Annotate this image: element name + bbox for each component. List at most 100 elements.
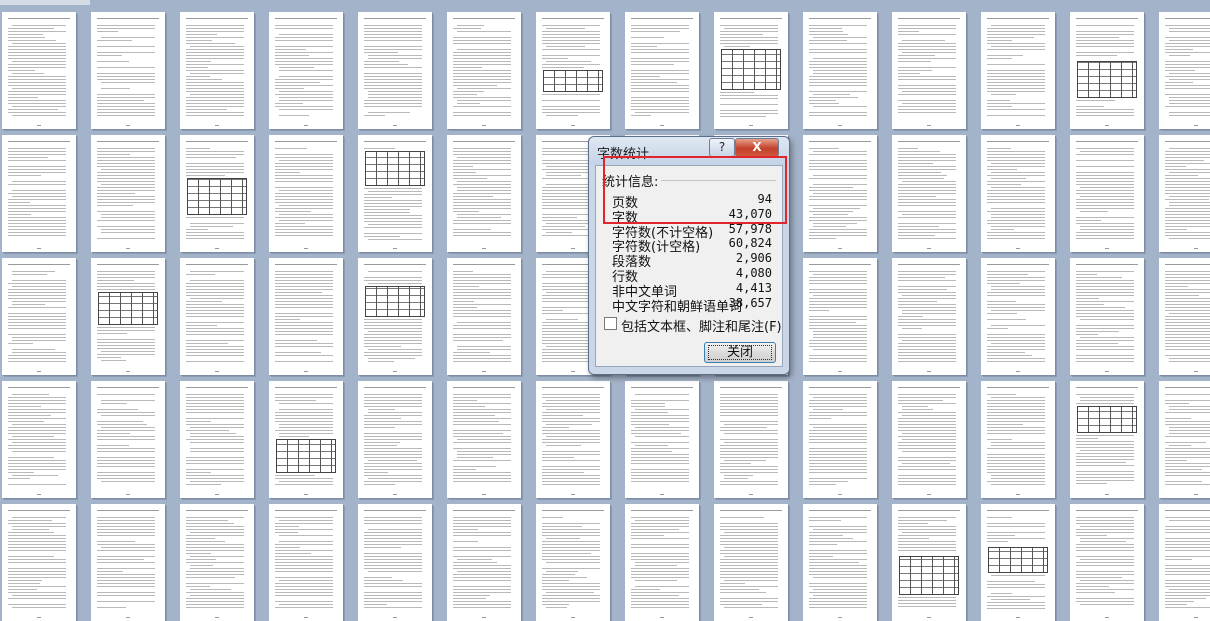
page-thumbnail[interactable]: [2, 135, 76, 252]
page-thumbnail[interactable]: [981, 258, 1055, 375]
page-thumbnail[interactable]: [91, 504, 165, 621]
page-thumbnail[interactable]: [2, 504, 76, 621]
close-icon[interactable]: X: [735, 138, 779, 157]
text-line: [987, 169, 1017, 170]
page-thumbnail[interactable]: [803, 504, 877, 621]
page-thumbnail[interactable]: [358, 12, 432, 129]
checkbox-box[interactable]: [604, 317, 617, 330]
page-thumbnail[interactable]: [91, 135, 165, 252]
page-thumbnail[interactable]: [447, 12, 521, 129]
page-thumbnail[interactable]: [1070, 258, 1144, 375]
text-line: [190, 433, 236, 434]
page-thumbnail[interactable]: [803, 135, 877, 252]
page-thumbnail[interactable]: [2, 381, 76, 498]
text-line: [279, 481, 333, 482]
page-thumbnail[interactable]: [625, 12, 699, 129]
page-thumbnail[interactable]: [625, 504, 699, 621]
page-thumbnail[interactable]: [714, 381, 788, 498]
page-thumbnail[interactable]: [447, 381, 521, 498]
text-line: [275, 199, 333, 200]
page-thumbnail[interactable]: [892, 504, 966, 621]
page-thumbnail[interactable]: [803, 258, 877, 375]
page-thumbnail[interactable]: [536, 504, 610, 621]
text-line: [97, 583, 155, 584]
text-line: [453, 424, 511, 425]
page-thumbnail[interactable]: [180, 12, 254, 129]
close-button[interactable]: 关闭: [704, 342, 776, 363]
page-thumbnail[interactable]: [803, 12, 877, 129]
page-thumbnail[interactable]: [981, 12, 1055, 129]
text-line: [809, 418, 831, 419]
text-line: [898, 67, 956, 68]
page-thumbnail[interactable]: [180, 135, 254, 252]
page-thumbnail[interactable]: [1159, 504, 1210, 621]
page-thumbnail[interactable]: [1159, 12, 1210, 129]
page-thumbnail[interactable]: [2, 258, 76, 375]
checkbox-label[interactable]: 包括文本框、脚注和尾注(F): [621, 316, 782, 335]
page-thumbnail[interactable]: [1159, 381, 1210, 498]
page-thumbnail[interactable]: [981, 381, 1055, 498]
text-line: [368, 239, 422, 240]
page-thumbnail[interactable]: [714, 504, 788, 621]
page-thumbnail[interactable]: [91, 258, 165, 375]
text-line: [987, 55, 1023, 56]
page-thumbnail[interactable]: [892, 12, 966, 129]
page-thumbnail[interactable]: [180, 381, 254, 498]
page-thumbnail[interactable]: [1159, 258, 1210, 375]
page-thumbnail[interactable]: [981, 504, 1055, 621]
text-line: [813, 274, 867, 275]
page-thumbnail[interactable]: [892, 135, 966, 252]
page-thumbnail[interactable]: [358, 504, 432, 621]
page-thumbnail[interactable]: [91, 12, 165, 129]
page-thumbnail[interactable]: [180, 504, 254, 621]
page-thumbnail[interactable]: [536, 12, 610, 129]
text-line: [809, 574, 867, 575]
text-line: [1165, 316, 1210, 317]
page-thumbnail[interactable]: [269, 12, 343, 129]
page-thumbnail[interactable]: [447, 135, 521, 252]
dialog-titlebar[interactable]: 字数统计 ? X: [589, 137, 789, 165]
text-line: [987, 409, 1045, 410]
page-thumbnail[interactable]: [91, 381, 165, 498]
text-line: [364, 325, 422, 326]
text-line: [1076, 271, 1134, 272]
page-thumbnail[interactable]: [625, 381, 699, 498]
page-thumbnail[interactable]: [892, 381, 966, 498]
text-line: [190, 565, 214, 566]
page-thumbnail[interactable]: [447, 258, 521, 375]
page-thumbnail[interactable]: [269, 258, 343, 375]
page-thumbnail[interactable]: [1159, 135, 1210, 252]
page-thumbnail[interactable]: [447, 504, 521, 621]
text-line: [457, 103, 480, 104]
page-thumbnail[interactable]: [358, 135, 432, 252]
page-thumbnail[interactable]: [269, 381, 343, 498]
page-thumbnail[interactable]: [358, 258, 432, 375]
text-line: [364, 28, 422, 29]
page-thumbnail[interactable]: [536, 381, 610, 498]
text-line: [364, 277, 422, 278]
page-thumbnail[interactable]: [1070, 381, 1144, 498]
page-thumbnail[interactable]: [2, 12, 76, 129]
help-button[interactable]: ?: [709, 138, 735, 157]
page-thumbnail[interactable]: [1070, 135, 1144, 252]
page-thumbnail[interactable]: [714, 12, 788, 129]
page-thumbnail[interactable]: [1070, 504, 1144, 621]
page-thumbnail[interactable]: [981, 135, 1055, 252]
page-thumbnail[interactable]: [892, 258, 966, 375]
text-line: [635, 580, 677, 581]
text-line: [364, 343, 422, 344]
page-thumbnail[interactable]: [269, 504, 343, 621]
page-thumbnail[interactable]: [1070, 12, 1144, 129]
text-line: [542, 484, 600, 485]
page-thumbnail[interactable]: [269, 135, 343, 252]
page-thumbnail[interactable]: [358, 381, 432, 498]
text-line: [809, 550, 867, 551]
text-line: [546, 424, 592, 425]
text-line: [987, 193, 1045, 194]
page-thumbnail[interactable]: [803, 381, 877, 498]
text-line: [898, 412, 956, 413]
page-header-rule: [186, 264, 248, 265]
text-line: [275, 202, 333, 203]
page-thumbnail[interactable]: [180, 258, 254, 375]
text-line: [542, 469, 600, 470]
